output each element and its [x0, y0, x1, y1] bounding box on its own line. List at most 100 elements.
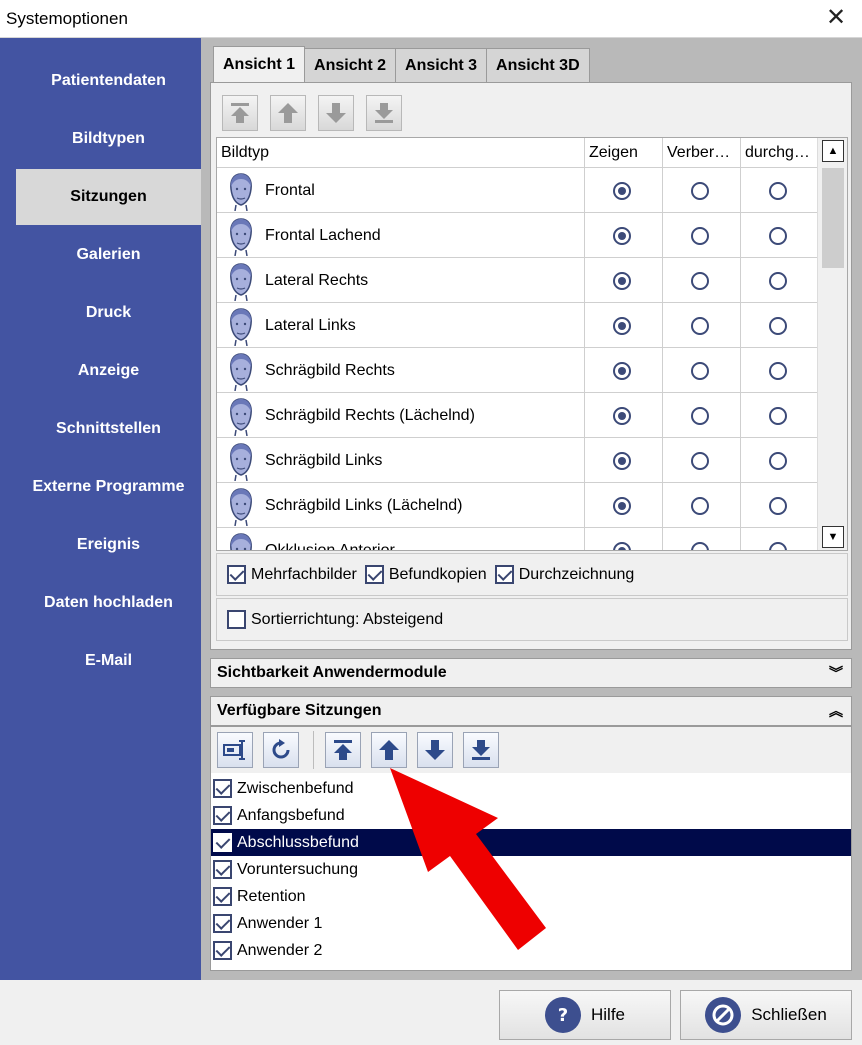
session-move-top-icon[interactable]: [325, 732, 361, 768]
close-icon[interactable]: ✕: [824, 6, 848, 30]
zeigen-radio[interactable]: [613, 227, 631, 245]
table-row[interactable]: Lateral Links: [217, 303, 819, 348]
col-header-durchgehend[interactable]: durchg…: [741, 138, 819, 168]
table-row[interactable]: Schrägbild Rechts: [217, 348, 819, 393]
face-icon: [225, 396, 257, 441]
zeigen-radio[interactable]: [613, 317, 631, 335]
session-label: Anfangsbefund: [237, 806, 345, 824]
verbergen-radio[interactable]: [691, 452, 709, 470]
move-down-icon[interactable]: [318, 95, 354, 131]
tab-ansicht-1[interactable]: Ansicht 1: [213, 46, 306, 82]
durchgehend-radio[interactable]: [769, 272, 787, 290]
mehrfachbilder-checkbox[interactable]: Mehrfachbilder: [227, 565, 357, 584]
chevron-up-icon[interactable]: ︽: [829, 697, 843, 725]
verbergen-cell: [663, 258, 741, 303]
verbergen-cell: [663, 393, 741, 438]
sidebar-item-schnittstellen[interactable]: Schnittstellen: [16, 401, 201, 457]
durchgehend-cell: [741, 213, 819, 258]
grid-header: Bildtyp Zeigen Verber… durchg…: [217, 138, 819, 168]
table-row[interactable]: Schrägbild Rechts (Lächelnd): [217, 393, 819, 438]
table-row[interactable]: Okklusion Anterior: [217, 528, 819, 551]
sidebar-item-ereignis[interactable]: Ereignis: [16, 517, 201, 573]
module-visibility-header[interactable]: Sichtbarkeit Anwendermodule ︾: [210, 658, 852, 688]
col-header-verbergen[interactable]: Verber…: [663, 138, 741, 168]
bildtyp-name: Frontal Lachend: [265, 227, 381, 244]
durchgehend-radio[interactable]: [769, 542, 787, 550]
refresh-icon[interactable]: [263, 732, 299, 768]
verbergen-radio[interactable]: [691, 407, 709, 425]
scroll-thumb[interactable]: [822, 168, 844, 268]
sidebar-item-daten-hochladen[interactable]: Daten hochladen: [16, 575, 201, 631]
zeigen-radio[interactable]: [613, 407, 631, 425]
scroll-down-icon[interactable]: ▼: [822, 526, 844, 548]
durchgehend-radio[interactable]: [769, 362, 787, 380]
zeigen-radio[interactable]: [613, 452, 631, 470]
durchgehend-radio[interactable]: [769, 182, 787, 200]
scroll-up-icon[interactable]: ▲: [822, 140, 844, 162]
bildtyp-name: Frontal: [265, 182, 315, 199]
verbergen-radio[interactable]: [691, 317, 709, 335]
verbergen-radio[interactable]: [691, 272, 709, 290]
verbergen-radio[interactable]: [691, 497, 709, 515]
zeigen-radio[interactable]: [613, 272, 631, 290]
chevron-down-icon[interactable]: ︾: [829, 659, 843, 687]
session-checkbox[interactable]: [213, 941, 232, 960]
session-checkbox[interactable]: [213, 860, 232, 879]
checkbox-icon: [227, 565, 246, 584]
verbergen-cell: [663, 438, 741, 483]
tab-ansicht-3[interactable]: Ansicht 3: [395, 48, 488, 82]
sidebar-item-e-mail[interactable]: E-Mail: [16, 633, 201, 689]
durchgehend-radio[interactable]: [769, 452, 787, 470]
durchgehend-cell: [741, 348, 819, 393]
table-row[interactable]: Frontal: [217, 168, 819, 213]
verbergen-radio[interactable]: [691, 362, 709, 380]
session-checkbox[interactable]: [213, 806, 232, 825]
help-button[interactable]: ? Hilfe: [499, 990, 671, 1040]
table-row[interactable]: Frontal Lachend: [217, 213, 819, 258]
sidebar-item-sitzungen[interactable]: Sitzungen: [16, 169, 201, 225]
session-label: Anwender 2: [237, 941, 323, 959]
session-checkbox[interactable]: [213, 887, 232, 906]
sidebar-item-bildtypen[interactable]: Bildtypen: [16, 111, 201, 167]
close-button[interactable]: Schließen: [680, 990, 852, 1040]
table-row[interactable]: Lateral Rechts: [217, 258, 819, 303]
durchgehend-radio[interactable]: [769, 317, 787, 335]
durchgehend-cell: [741, 483, 819, 528]
tab-ansicht-3d[interactable]: Ansicht 3D: [486, 48, 590, 82]
verbergen-radio[interactable]: [691, 542, 709, 550]
move-bottom-icon[interactable]: [366, 95, 402, 131]
annotation-arrow-icon: [390, 768, 546, 950]
help-icon: ?: [544, 997, 581, 1033]
zeigen-radio[interactable]: [613, 182, 631, 200]
durchgehend-radio[interactable]: [769, 407, 787, 425]
sidebar-item-externe-programme[interactable]: Externe Programme: [16, 459, 201, 515]
durchzeichnung-checkbox[interactable]: Durchzeichnung: [494, 565, 634, 584]
rename-icon[interactable]: [217, 732, 253, 768]
grid-scrollbar[interactable]: ▲ ▼: [817, 138, 847, 550]
table-row[interactable]: Schrägbild Links: [217, 438, 819, 483]
tab-ansicht-2[interactable]: Ansicht 2: [304, 48, 397, 82]
verbergen-radio[interactable]: [691, 227, 709, 245]
durchgehend-radio[interactable]: [769, 497, 787, 515]
bildtyp-name: Okklusion Anterior: [265, 542, 395, 551]
sidebar-item-galerien[interactable]: Galerien: [16, 227, 201, 283]
sidebar-item-druck[interactable]: Druck: [16, 285, 201, 341]
zeigen-radio[interactable]: [613, 542, 631, 550]
col-header-bildtyp[interactable]: Bildtyp: [217, 138, 585, 168]
session-checkbox[interactable]: [213, 914, 232, 933]
durchgehend-radio[interactable]: [769, 227, 787, 245]
session-checkbox[interactable]: [213, 779, 232, 798]
verbergen-radio[interactable]: [691, 182, 709, 200]
sidebar-item-anzeige[interactable]: Anzeige: [16, 343, 201, 399]
zeigen-radio[interactable]: [613, 497, 631, 515]
session-checkbox[interactable]: [213, 833, 232, 852]
table-row[interactable]: Schrägbild Links (Lächelnd): [217, 483, 819, 528]
sidebar-item-patientendaten[interactable]: Patientendaten: [16, 53, 201, 109]
move-top-icon[interactable]: [222, 95, 258, 131]
befundkopien-checkbox[interactable]: Befundkopien: [364, 565, 487, 584]
col-header-zeigen[interactable]: Zeigen: [585, 138, 663, 168]
sortierrichtung-checkbox[interactable]: Sortierrichtung: Absteigend: [227, 610, 443, 629]
move-up-icon[interactable]: [270, 95, 306, 131]
zeigen-radio[interactable]: [613, 362, 631, 380]
available-sessions-header[interactable]: Verfügbare Sitzungen ︽: [210, 696, 852, 726]
